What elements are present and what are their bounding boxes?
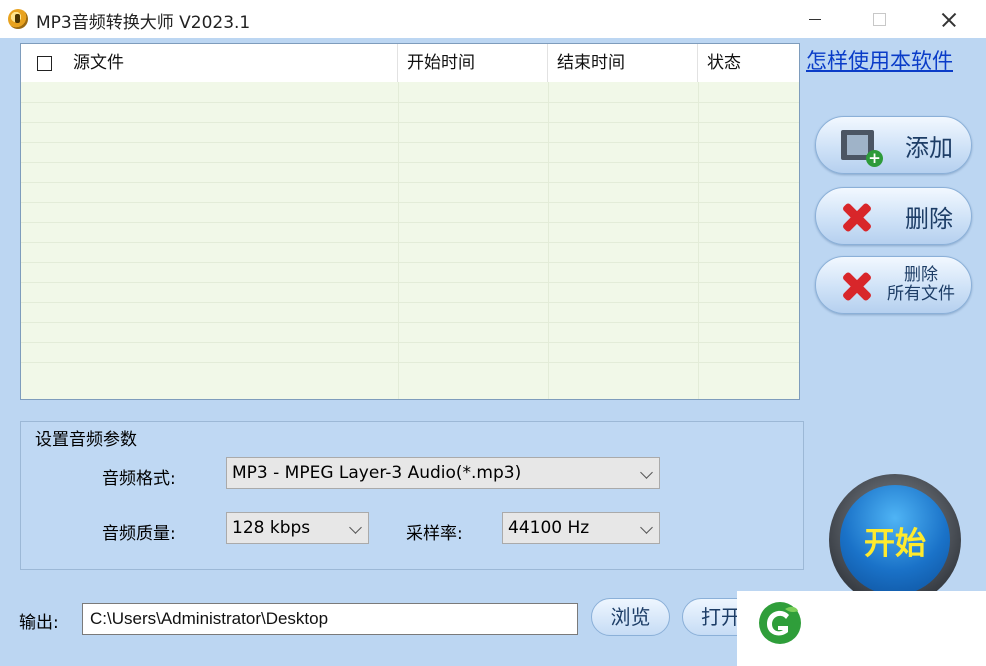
app-icon — [8, 9, 28, 29]
list-gridline — [21, 362, 799, 363]
close-button[interactable] — [926, 0, 972, 38]
list-column-divider — [698, 82, 699, 400]
format-label: 音频格式: — [102, 464, 176, 489]
window-title: MP3音频转换大师 V2023.1 — [36, 8, 250, 33]
add-button-label: 添加 — [905, 117, 953, 173]
list-gridline — [21, 202, 799, 203]
list-gridline — [21, 282, 799, 283]
leaf-logo-icon — [758, 601, 802, 645]
delete-button-label: 删除 — [905, 188, 953, 244]
samplerate-value: 44100 Hz — [508, 518, 589, 538]
maximize-button[interactable] — [856, 0, 902, 38]
output-path-field[interactable]: C:\Users\Administrator\Desktop — [82, 603, 578, 635]
list-gridline — [21, 342, 799, 343]
samplerate-label: 采样率: — [406, 519, 463, 544]
delete-all-icon — [840, 269, 874, 303]
settings-group-title: 设置音频参数 — [35, 425, 137, 450]
list-gridline — [21, 242, 799, 243]
quality-select[interactable]: 128 kbps — [226, 512, 369, 544]
start-button-ring: 开始 — [829, 474, 961, 606]
chevron-down-icon — [640, 466, 653, 479]
samplerate-select[interactable]: 44100 Hz — [502, 512, 660, 544]
list-column-divider — [548, 82, 549, 400]
delete-all-label-line2: 所有文件 — [887, 285, 955, 304]
list-column-divider — [398, 82, 399, 400]
list-gridline — [21, 302, 799, 303]
delete-all-button-label: 删除 所有文件 — [887, 257, 955, 313]
browse-button[interactable]: 浏览 — [591, 598, 670, 636]
list-gridline — [21, 222, 799, 223]
delete-all-label-line1: 删除 — [904, 266, 938, 285]
column-source-file-label: 源文件 — [73, 53, 124, 73]
start-button[interactable]: 开始 — [840, 485, 950, 595]
list-gridline — [21, 182, 799, 183]
file-list-body[interactable] — [21, 82, 799, 400]
minimize-button[interactable] — [792, 0, 838, 38]
file-list[interactable]: 源文件 开始时间 结束时间 状态 — [20, 43, 800, 400]
audio-settings-group: 设置音频参数 音频格式: MP3 - MPEG Layer-3 Audio(*.… — [20, 421, 804, 570]
list-gridline — [21, 122, 799, 123]
list-gridline — [21, 142, 799, 143]
add-file-icon: + — [841, 130, 874, 160]
help-link[interactable]: 怎样使用本软件 — [806, 45, 953, 75]
output-label: 输出: — [19, 608, 59, 633]
watermark-overlay — [737, 591, 986, 666]
column-status[interactable]: 状态 — [698, 44, 799, 82]
quality-value: 128 kbps — [232, 518, 310, 538]
list-gridline — [21, 322, 799, 323]
column-start-time[interactable]: 开始时间 — [398, 44, 548, 82]
title-bar: MP3音频转换大师 V2023.1 — [0, 0, 986, 38]
delete-button[interactable]: 删除 — [815, 187, 972, 245]
list-gridline — [21, 262, 799, 263]
format-value: MP3 - MPEG Layer-3 Audio(*.mp3) — [232, 463, 521, 483]
list-gridline — [21, 162, 799, 163]
format-select[interactable]: MP3 - MPEG Layer-3 Audio(*.mp3) — [226, 457, 660, 489]
chevron-down-icon — [349, 521, 362, 534]
chevron-down-icon — [640, 521, 653, 534]
quality-label: 音频质量: — [102, 519, 176, 544]
column-source-file[interactable]: 源文件 — [21, 44, 398, 82]
file-list-header: 源文件 开始时间 结束时间 状态 — [21, 44, 799, 82]
list-gridline — [21, 102, 799, 103]
delete-icon — [840, 200, 874, 234]
column-end-time[interactable]: 结束时间 — [548, 44, 698, 82]
select-all-checkbox[interactable] — [37, 56, 52, 71]
delete-all-button[interactable]: 删除 所有文件 — [815, 256, 972, 314]
add-button[interactable]: + 添加 — [815, 116, 972, 174]
